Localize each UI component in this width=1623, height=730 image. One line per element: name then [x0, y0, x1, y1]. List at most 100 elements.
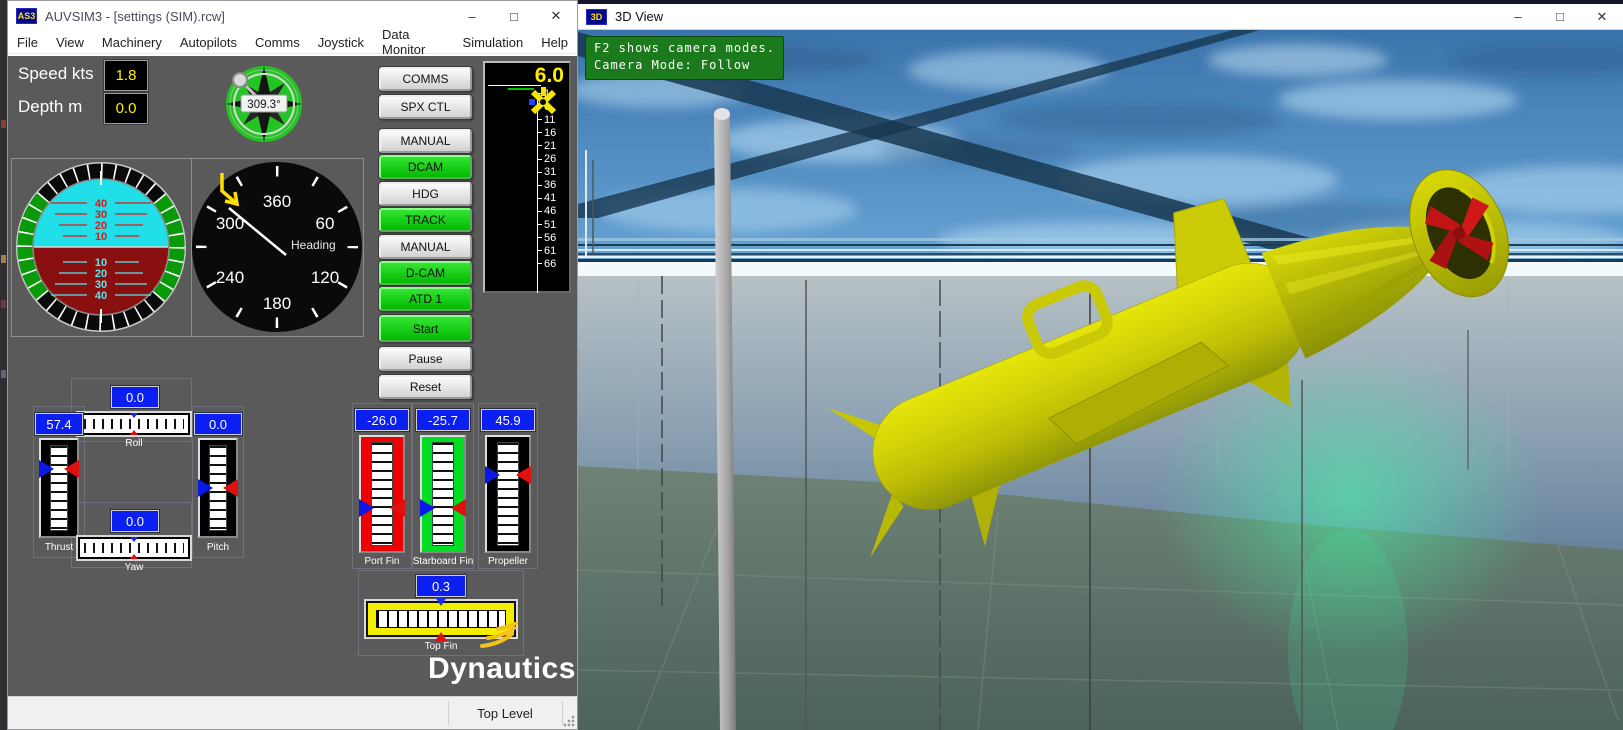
- titlebar[interactable]: AS3 AUVSIM3 - [settings (SIM).rcw] – □ ✕: [8, 1, 577, 31]
- depth-tick: 46: [537, 205, 569, 218]
- roll-value: 0.0: [110, 385, 160, 409]
- minimize-button[interactable]: –: [451, 1, 493, 31]
- depth-tick: 66: [537, 257, 569, 270]
- close-button[interactable]: ✕: [1581, 4, 1623, 29]
- depth-tick: 26: [537, 153, 569, 166]
- port-fin-label: Port Fin: [364, 556, 400, 567]
- thrust-slider[interactable]: [39, 438, 79, 538]
- propeller-label: Propeller: [487, 556, 529, 567]
- port-fin-slider[interactable]: [359, 435, 405, 553]
- 3d-scene: [578, 30, 1623, 730]
- propeller-value: 45.9: [480, 408, 536, 432]
- 3d-view-window: 3D 3D View – □ ✕ F2 shows camera modes. …: [578, 0, 1623, 730]
- roll-label: Roll: [125, 438, 143, 449]
- pitch-40-dn: 40: [95, 290, 107, 302]
- reset-button[interactable]: Reset: [378, 374, 473, 400]
- attitude-indicator: 40 30 20 10 10 20 30 40: [11, 158, 192, 337]
- starboard-fin-label: Starboard Fin: [412, 556, 474, 567]
- compass-value: 309.3°: [247, 99, 280, 111]
- pitch-10-up: 10: [95, 231, 107, 243]
- compass-gauge: 309.3°: [226, 66, 302, 142]
- heading-label: Heading: [291, 238, 336, 252]
- camera-mode-overlay: F2 shows camera modes. Camera Mode: Foll…: [585, 36, 784, 80]
- surface-line: [488, 85, 541, 86]
- minimize-button[interactable]: –: [1497, 4, 1539, 29]
- 3d-view-titlebar[interactable]: 3D 3D View – □ ✕: [578, 4, 1623, 30]
- roll-slider[interactable]: [76, 411, 192, 437]
- hdg-240: 240: [216, 268, 244, 287]
- menu-view[interactable]: View: [47, 35, 93, 50]
- yaw-label: Yaw: [124, 562, 144, 573]
- hdg-120: 120: [311, 268, 339, 287]
- 3d-view-title: 3D View: [615, 9, 664, 24]
- depth-tick: 41: [537, 192, 569, 205]
- spx-ctl-button[interactable]: SPX CTL: [378, 94, 473, 120]
- hdg-180: 180: [263, 294, 291, 313]
- heading-gauge: 360 60 120 180 240 300 Heading: [191, 158, 364, 337]
- atd-1-button[interactable]: ATD 1: [378, 286, 473, 312]
- manual-1-button[interactable]: MANUAL: [378, 128, 473, 154]
- depth-strip: 6.0 1 6 11 16 21 26 31 36 41 46 51 56 61…: [483, 61, 571, 293]
- depth-tick: 21: [537, 139, 569, 152]
- overlay-line2: Camera Mode: Follow: [594, 58, 751, 72]
- starboard-fin-value: -25.7: [415, 408, 471, 432]
- window-title: AUVSIM3 - [settings (SIM).rcw]: [45, 8, 225, 24]
- dynautics-logo-text: Dynautics: [428, 652, 576, 685]
- depth-tick: 56: [537, 231, 569, 244]
- dynautics-logo-icon: [480, 622, 518, 648]
- depth-tick: 31: [537, 166, 569, 179]
- overlay-line1: F2 shows camera modes.: [594, 41, 775, 55]
- vehicle-depth-icon: [529, 87, 557, 115]
- 3d-viewport[interactable]: F2 shows camera modes. Camera Mode: Foll…: [578, 30, 1623, 730]
- speed-label: Speed kts: [18, 64, 94, 83]
- port-fin-value: -26.0: [354, 408, 410, 432]
- close-button[interactable]: ✕: [535, 1, 577, 31]
- auvsim-window: AS3 AUVSIM3 - [settings (SIM).rcw] – □ ✕…: [7, 0, 578, 730]
- maximize-button[interactable]: □: [1539, 4, 1581, 29]
- yaw-slider[interactable]: [76, 535, 192, 561]
- menu-comms[interactable]: Comms: [246, 35, 309, 50]
- pitch-label: Pitch: [206, 542, 230, 553]
- hdg-360: 360: [263, 192, 291, 211]
- menu-joystick[interactable]: Joystick: [309, 35, 373, 50]
- menu-autopilots[interactable]: Autopilots: [171, 35, 246, 50]
- depth-tick: 36: [537, 179, 569, 192]
- pitch-value: 0.0: [193, 412, 243, 436]
- starboard-fin-slider[interactable]: [420, 435, 466, 553]
- control-panel: Speed kts 1.8 Depth m 0.0 309.3° 40 30 2…: [8, 55, 577, 697]
- start-button[interactable]: Start: [378, 314, 473, 343]
- hdg-button[interactable]: HDG: [378, 181, 473, 207]
- dcam-button[interactable]: DCAM: [378, 154, 473, 180]
- manual-2-button[interactable]: MANUAL: [378, 234, 473, 260]
- track-button[interactable]: TRACK: [378, 207, 473, 233]
- menu-file[interactable]: File: [8, 35, 47, 50]
- resize-grip-icon[interactable]: [563, 715, 575, 727]
- menu-data-monitor[interactable]: Data Monitor: [373, 27, 454, 57]
- yaw-value: 0.0: [110, 509, 160, 533]
- statusbar: Top Level: [8, 696, 577, 729]
- compass-knob[interactable]: [232, 72, 248, 88]
- menu-machinery[interactable]: Machinery: [93, 35, 171, 50]
- depth-tick: 16: [537, 126, 569, 139]
- maximize-button[interactable]: □: [493, 1, 535, 31]
- top-fin-value: 0.3: [415, 574, 467, 598]
- comms-button[interactable]: COMMS: [378, 66, 473, 92]
- propeller-slider[interactable]: [485, 435, 531, 553]
- menubar: File View Machinery Autopilots Comms Joy…: [8, 27, 577, 57]
- status-top-level: Top Level: [477, 705, 533, 721]
- d-cam-button[interactable]: D-CAM: [378, 260, 473, 286]
- thrust-value: 57.4: [34, 412, 84, 436]
- depth-tick: 61: [537, 244, 569, 257]
- auvsim-app-icon: AS3: [16, 8, 37, 24]
- speed-value: 1.8: [103, 59, 149, 92]
- menu-help[interactable]: Help: [532, 35, 577, 50]
- hdg-60: 60: [316, 214, 335, 233]
- 3d-view-app-icon: 3D: [586, 8, 607, 25]
- depth-value: 0.0: [103, 92, 149, 125]
- pause-button[interactable]: Pause: [378, 346, 473, 372]
- pitch-slider[interactable]: [198, 438, 238, 538]
- menu-simulation[interactable]: Simulation: [454, 35, 533, 50]
- depth-label: Depth m: [18, 97, 83, 116]
- depth-tick: 51: [537, 218, 569, 231]
- desktop-edge-strip: [0, 0, 7, 730]
